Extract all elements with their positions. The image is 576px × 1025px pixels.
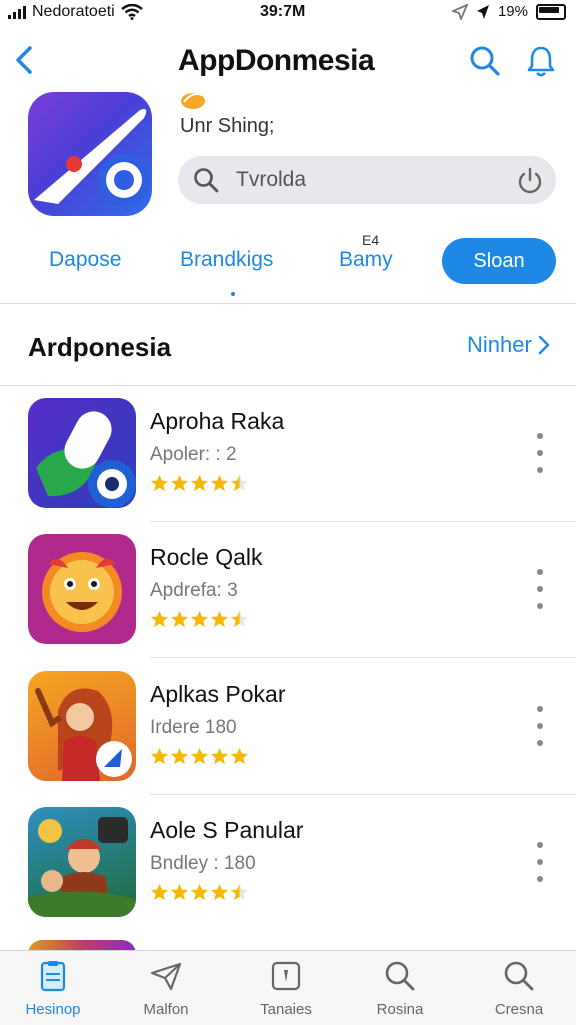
app-name: Aproha Raka (150, 408, 285, 434)
tabbar-label: Hesinop (25, 1001, 81, 1018)
segmented-tabs: Dapose Brandkigs E4 Bamy Sloan (0, 230, 576, 300)
see-more-label: Ninher (467, 332, 532, 357)
paper-plane-icon (150, 962, 182, 991)
app-name: Rocle Qalk (150, 544, 263, 570)
app-thumbnail (28, 398, 136, 508)
tabbar-item-hesinop[interactable]: Hesinop (8, 959, 98, 1018)
tab-dapose[interactable]: Dapose (49, 248, 121, 272)
page-title: AppDonmesia (178, 44, 375, 77)
more-options-icon[interactable] (530, 564, 550, 614)
divider (0, 303, 576, 304)
star-rating (150, 610, 249, 629)
document-icon (40, 961, 66, 992)
app-name: Aplkas Pokar (150, 681, 286, 707)
star-icon (170, 474, 189, 492)
app-meta: Apoler: : 2 (150, 444, 237, 465)
tabbar-label: Tanaies (260, 1001, 312, 1018)
star-icon (190, 610, 209, 628)
star-icon (230, 610, 249, 628)
star-rating (150, 474, 249, 493)
star-icon (210, 610, 229, 628)
list-item[interactable]: Aproha Raka Apoler: : 2 (0, 386, 576, 522)
star-icon (150, 747, 169, 765)
star-icon (150, 474, 169, 492)
badge-icon (181, 93, 205, 109)
tabbar-item-rosina[interactable]: Rosina (355, 959, 445, 1018)
battery-percent: 19% (497, 3, 528, 20)
tab-brandkigs[interactable]: Brandkigs (180, 248, 273, 272)
tabbar-item-malfon[interactable]: Malfon (121, 959, 211, 1018)
search-icon (504, 961, 534, 991)
app-thumbnail (28, 534, 136, 644)
navigation-arrow-icon (476, 4, 489, 19)
star-rating (150, 883, 249, 902)
app-icon[interactable] (28, 92, 152, 216)
star-icon (210, 747, 229, 765)
star-icon (150, 610, 169, 628)
app-subtitle: Unr Shing; (180, 115, 275, 137)
app-thumbnail (28, 671, 136, 781)
chevron-right-icon (538, 335, 550, 355)
tabbar-item-tanaies[interactable]: Tanaies (241, 959, 331, 1018)
more-options-icon[interactable] (530, 428, 550, 478)
battery-icon (536, 3, 566, 20)
search-icon[interactable] (468, 44, 502, 78)
app-meta: Bndley : 180 (150, 853, 256, 874)
see-more-link[interactable]: Ninher (467, 332, 550, 358)
list-item[interactable]: Rocle Qalk Apdrefa: 3 (0, 522, 576, 658)
tabbar-item-cresna[interactable]: Cresna (474, 959, 564, 1018)
list-item[interactable]: Aole S Panular Bndley : 180 (0, 795, 576, 931)
tabbar-label: Malfon (143, 1001, 189, 1018)
tab-bamy[interactable]: Bamy (339, 248, 393, 272)
star-icon (190, 474, 209, 492)
more-options-icon[interactable] (530, 837, 550, 887)
section-title: Ardponesia (28, 332, 172, 362)
tab-bamy-superscript: E4 (362, 232, 380, 248)
carrier-name: Nedoratoeti (32, 3, 115, 20)
app-meta: Irdere 180 (150, 717, 237, 738)
tabbar-label: Cresna (494, 1001, 544, 1018)
tab-indicator (231, 292, 235, 296)
search-input[interactable]: Tvrolda (178, 156, 556, 204)
status-bar: Nedoratoeti 39:7M 19% (0, 0, 576, 26)
app-name: Aole S Panular (150, 817, 304, 843)
star-icon (170, 610, 189, 628)
location-icon (451, 3, 468, 20)
star-icon (210, 883, 229, 901)
chevron-left-icon[interactable] (10, 42, 40, 78)
app-meta: Apdrefa: 3 (150, 580, 238, 601)
star-icon (230, 747, 249, 765)
star-icon (150, 883, 169, 901)
app-thumbnail (28, 807, 136, 917)
search-value: Tvrolda (236, 168, 307, 191)
wifi-icon (120, 4, 143, 20)
bell-icon[interactable] (524, 44, 558, 78)
star-icon (230, 474, 249, 492)
signal-icon (8, 5, 26, 19)
bottom-tab-bar: Hesinop Malfon Tanaies Rosina Cresna (0, 950, 576, 1025)
list-item[interactable]: Aplkas Pokar Irdere 180 (0, 659, 576, 795)
star-icon (190, 883, 209, 901)
card-icon (271, 961, 301, 991)
search-icon (194, 168, 219, 193)
more-options-icon[interactable] (530, 701, 550, 751)
star-icon (210, 474, 229, 492)
search-icon (385, 961, 415, 991)
star-icon (170, 747, 189, 765)
header: AppDonmesia (0, 30, 576, 94)
tabbar-label: Rosina (376, 1001, 424, 1018)
star-icon (170, 883, 189, 901)
power-icon[interactable] (516, 166, 544, 194)
star-icon (190, 747, 209, 765)
tab-sloan[interactable]: Sloan (442, 238, 556, 284)
star-rating (150, 747, 249, 766)
star-icon (230, 883, 249, 901)
status-time: 39:7M (260, 3, 306, 20)
